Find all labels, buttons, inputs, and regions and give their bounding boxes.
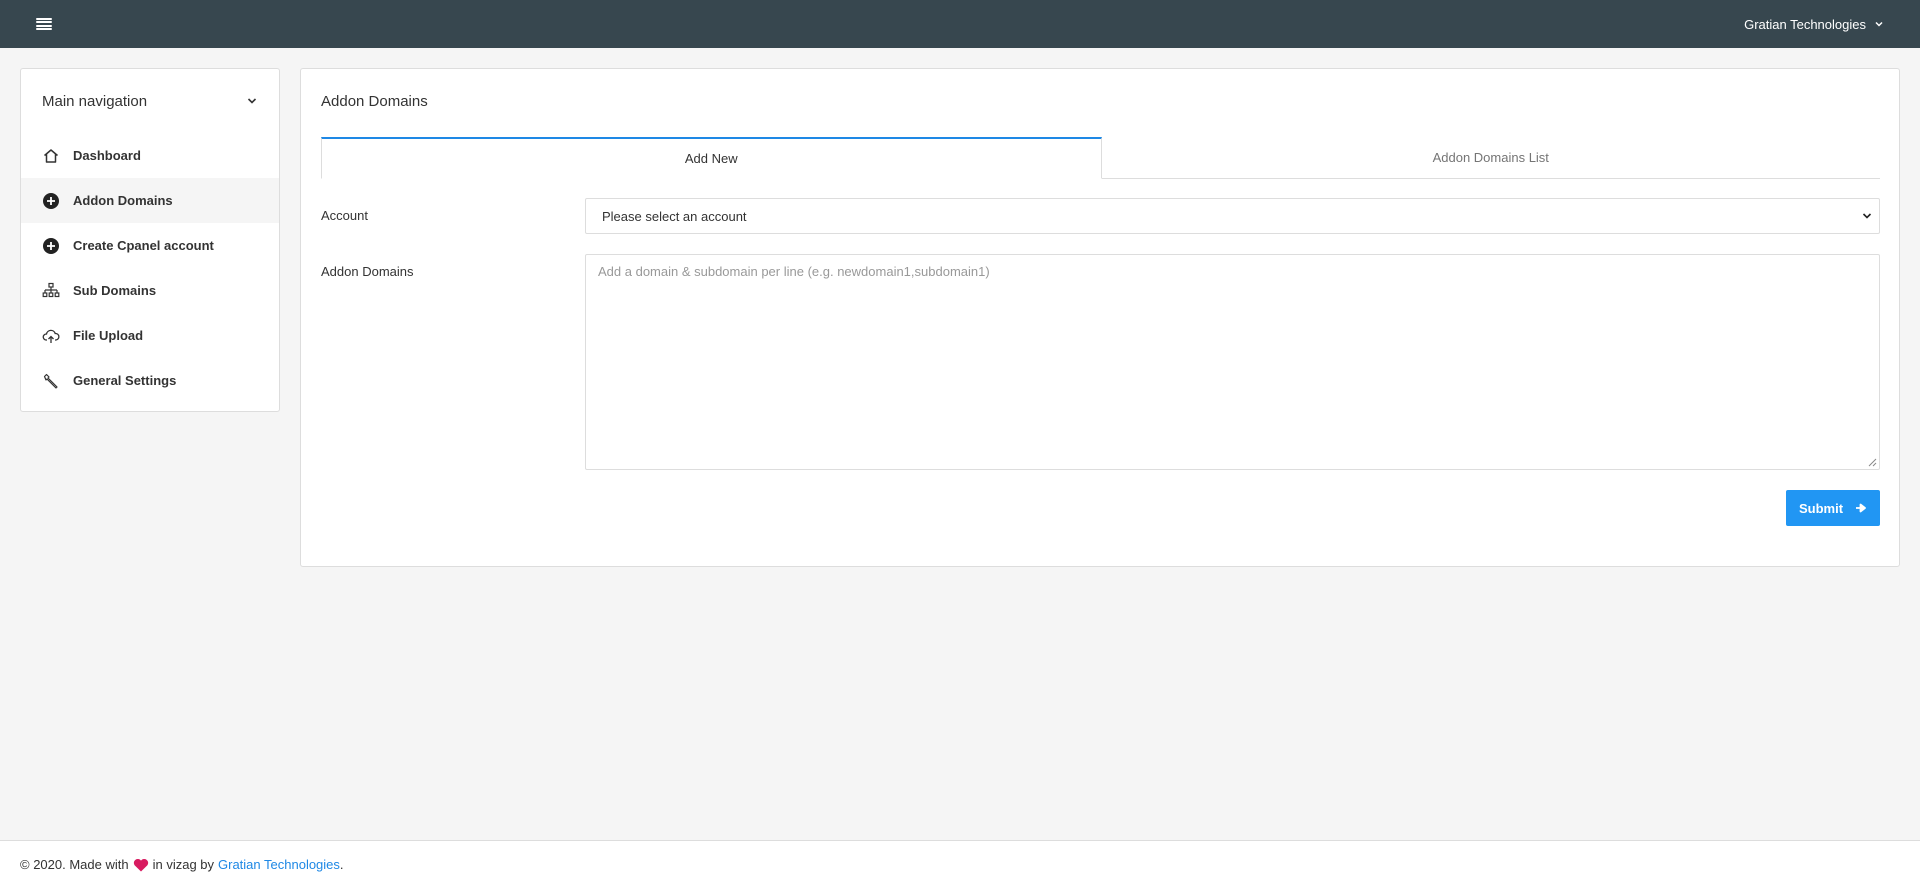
sidebar-item-addon-domains[interactable]: Addon Domains xyxy=(21,178,279,223)
account-select-value: Please select an account xyxy=(602,208,747,224)
home-icon xyxy=(41,146,61,166)
account-select[interactable]: Please select an account xyxy=(585,198,1880,234)
sidebar-item-label: General Settings xyxy=(73,373,177,388)
sidebar-item-label: Addon Domains xyxy=(73,193,173,208)
plus-circle-icon xyxy=(41,236,61,256)
submit-label: Submit xyxy=(1798,500,1844,516)
footer-suffix: . xyxy=(339,857,344,872)
sidebar-item-sub-domains[interactable]: Sub Domains xyxy=(21,268,279,313)
sidebar-item-dashboard[interactable]: Dashboard xyxy=(21,133,279,178)
addon-domains-label: Addon Domains xyxy=(321,264,414,279)
user-name: Gratian Technologies xyxy=(1744,16,1866,32)
top-navbar: Gratian Technologies xyxy=(0,0,1920,48)
plus-circle-icon xyxy=(41,191,61,211)
sidebar-item-label: Create Cpanel account xyxy=(73,238,214,253)
hamburger-menu-icon[interactable] xyxy=(36,18,52,30)
resize-handle-icon[interactable] xyxy=(1868,458,1877,467)
page-title: Addon Domains xyxy=(321,93,428,110)
tab-bar: Add New Addon Domains List xyxy=(321,137,1880,179)
sidebar-item-general-settings[interactable]: General Settings xyxy=(21,358,279,403)
arrow-right-icon xyxy=(1856,503,1866,513)
nav-list: Dashboard Addon Domains Create Cpanel ac… xyxy=(21,133,279,403)
tab-addon-domains-list[interactable]: Addon Domains List xyxy=(1102,137,1881,178)
chevron-down-icon xyxy=(1862,213,1872,219)
sidebar-item-label: File Upload xyxy=(73,328,144,343)
chevron-down-icon xyxy=(1875,21,1883,27)
footer-prefix: © 2020. Made with xyxy=(20,857,129,872)
addon-domains-card: Addon Domains Add New Addon Domains List… xyxy=(300,68,1900,567)
sidebar-item-file-upload[interactable]: File Upload xyxy=(21,313,279,358)
footer-company-link[interactable]: Gratian Technologies xyxy=(218,857,340,872)
chevron-down-icon[interactable] xyxy=(246,95,258,107)
cloud-upload-icon xyxy=(41,326,61,346)
sidebar-item-create-cpanel-account[interactable]: Create Cpanel account xyxy=(21,223,279,268)
heart-icon xyxy=(133,858,149,872)
sidebar-header[interactable]: Main navigation xyxy=(21,69,279,133)
sidebar: Main navigation Dashboard Addon Domains … xyxy=(20,68,280,412)
addon-domains-textarea[interactable]: Add a domain & subdomain per line (e.g. … xyxy=(585,254,1880,470)
sitemap-icon xyxy=(41,281,61,301)
sidebar-title: Main navigation xyxy=(42,92,148,110)
user-menu[interactable]: Gratian Technologies xyxy=(1744,17,1884,32)
footer-middle: in vizag by xyxy=(152,857,215,872)
sidebar-item-label: Dashboard xyxy=(73,148,141,163)
footer: © 2020. Made with in vizag by Gratian Te… xyxy=(0,840,1920,888)
sidebar-item-label: Sub Domains xyxy=(73,283,157,298)
textarea-placeholder: Add a domain & subdomain per line (e.g. … xyxy=(598,264,990,279)
account-label: Account xyxy=(321,208,368,223)
submit-button[interactable]: Submit xyxy=(1786,490,1880,526)
wrench-icon xyxy=(41,371,61,391)
tab-add-new[interactable]: Add New xyxy=(321,137,1102,179)
